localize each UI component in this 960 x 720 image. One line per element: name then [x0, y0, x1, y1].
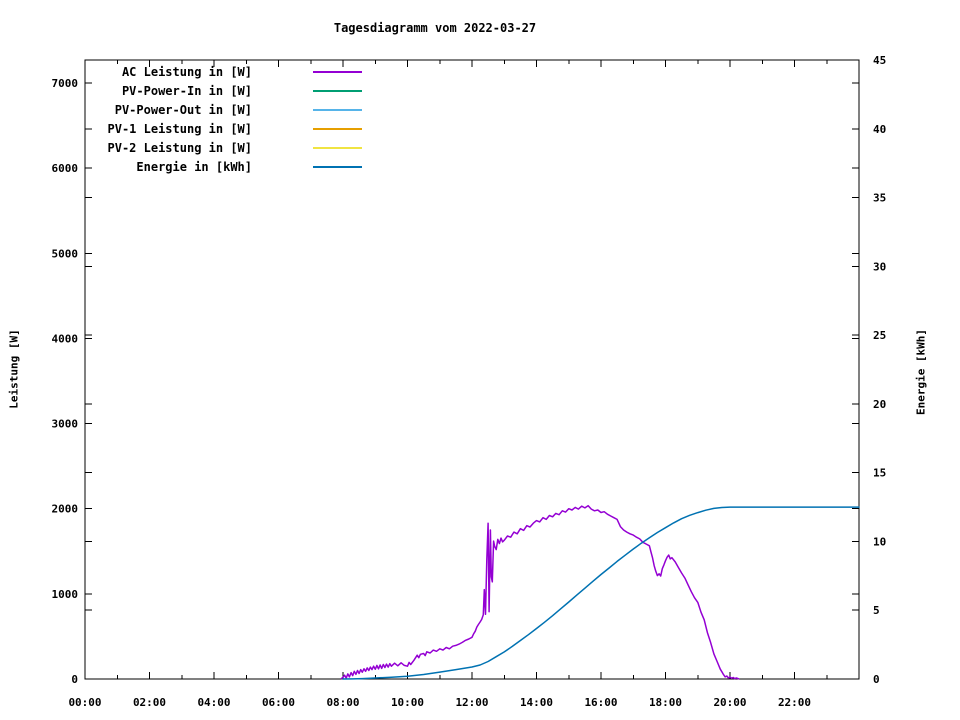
y2-tick-label: 20	[873, 398, 886, 411]
x-tick-label: 00:00	[68, 696, 101, 709]
x-tick-label: 12:00	[455, 696, 488, 709]
legend-label: PV-Power-Out in [W]	[115, 103, 252, 117]
y1-tick-label: 5000	[52, 247, 79, 260]
legend-label: PV-1 Leistung in [W]	[108, 122, 253, 136]
legend-label: PV-2 Leistung in [W]	[108, 141, 253, 155]
y2-tick-label: 25	[873, 329, 886, 342]
y1-tick-label: 1000	[52, 588, 79, 601]
x-tick-label: 16:00	[584, 696, 617, 709]
y1-tick-label: 2000	[52, 503, 79, 516]
legend-label: PV-Power-In in [W]	[122, 84, 252, 98]
legend-label: Energie in [kWh]	[136, 160, 252, 174]
tagesdiagramm-chart: Tagesdiagramm vom 2022-03-27 Leistung [W…	[0, 0, 960, 720]
y2-tick-label: 45	[873, 54, 886, 67]
x-tick-label: 22:00	[778, 696, 811, 709]
y1-tick-label: 6000	[52, 162, 79, 175]
y2-tick-label: 35	[873, 192, 886, 205]
y1-tick-label: 4000	[52, 332, 79, 345]
x-tick-label: 18:00	[649, 696, 682, 709]
y2-tick-label: 15	[873, 467, 886, 480]
chart-title: Tagesdiagramm vom 2022-03-27	[333, 21, 537, 35]
x-tick-label: 14:00	[520, 696, 553, 709]
series-line-y2	[342, 506, 860, 680]
x-tick-label: 20:00	[713, 696, 746, 709]
x-tick-label: 02:00	[133, 696, 166, 709]
x-tick-label: 06:00	[262, 696, 295, 709]
y1-tick-label: 0	[71, 673, 78, 686]
x-tick-label: 08:00	[326, 696, 359, 709]
y2-axis-title: Energie [kWh]	[914, 328, 928, 416]
y2-tick-label: 40	[873, 123, 886, 136]
y1-axis-title: Leistung [W]	[7, 329, 21, 409]
legend-label: AC Leistung in [W]	[122, 65, 252, 79]
y2-tick-label: 5	[873, 604, 880, 617]
y1-tick-label: 7000	[52, 77, 79, 90]
series-line-y1	[340, 504, 740, 680]
y2-tick-label: 30	[873, 260, 886, 273]
y2-tick-label: 10	[873, 535, 886, 548]
plot-area: 00:00 02:00 04:00 06:00 08:00 10:00 12:00 14:00…	[52, 54, 887, 709]
x-tick-label: 04:00	[197, 696, 230, 709]
y1-tick-label: 3000	[52, 418, 79, 431]
x-tick-label: 10:00	[391, 696, 424, 709]
y2-tick-label: 0	[873, 673, 880, 686]
